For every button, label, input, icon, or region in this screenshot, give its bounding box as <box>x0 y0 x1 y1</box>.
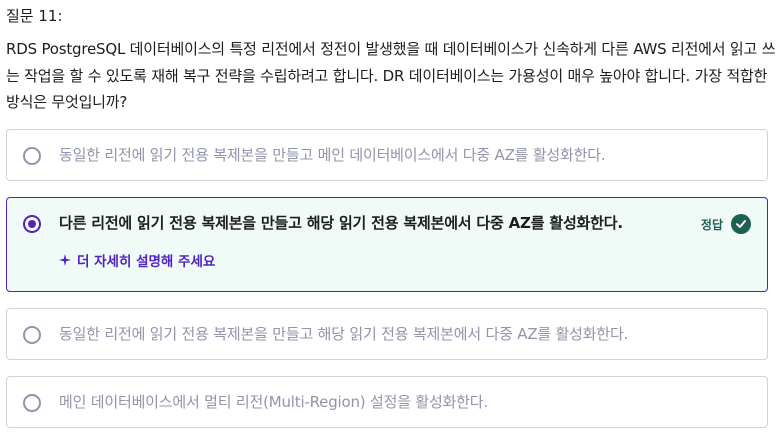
answer-option-label: 메인 데이터베이스에서 멀티 리전(Multi-Region) 설정을 활성화한… <box>59 393 488 411</box>
answer-option-4[interactable]: 메인 데이터베이스에서 멀티 리전(Multi-Region) 설정을 활성화한… <box>6 376 768 428</box>
radio-button-icon[interactable] <box>23 326 41 344</box>
question-text: RDS PostgreSQL 데이터베이스의 특정 리전에서 정전이 발생했을 … <box>6 40 776 111</box>
answer-option-2[interactable]: 다른 리전에 읽기 전용 복제본을 만들고 해당 읽기 전용 복제본에서 다중 … <box>6 197 768 292</box>
answer-option-label: 동일한 리전에 읽기 전용 복제본을 만들고 메인 데이터베이스에서 다중 AZ… <box>59 146 606 164</box>
correct-badge: 정답 <box>701 214 751 234</box>
radio-button-icon[interactable] <box>23 215 41 233</box>
radio-button-icon[interactable] <box>23 147 41 165</box>
explain-more-label: 더 자세히 설명해 주세요 <box>77 254 216 270</box>
answer-option-label: 다른 리전에 읽기 전용 복제본을 만들고 해당 읽기 전용 복제본에서 다중 … <box>59 214 623 232</box>
question-label: 질문 11: <box>6 7 63 25</box>
correct-badge-label: 정답 <box>700 217 723 232</box>
sparkle-icon <box>59 254 71 266</box>
explain-more-link[interactable]: 더 자세히 설명해 주세요 <box>59 250 215 270</box>
answer-option-1[interactable]: 동일한 리전에 읽기 전용 복제본을 만들고 메인 데이터베이스에서 다중 AZ… <box>6 129 768 181</box>
check-circle-icon <box>731 214 751 234</box>
radio-button-icon[interactable] <box>23 394 41 412</box>
answer-option-label: 동일한 리전에 읽기 전용 복제본을 만들고 해당 읽기 전용 복제본에서 다중… <box>59 325 629 343</box>
answer-option-3[interactable]: 동일한 리전에 읽기 전용 복제본을 만들고 해당 읽기 전용 복제본에서 다중… <box>6 308 768 360</box>
